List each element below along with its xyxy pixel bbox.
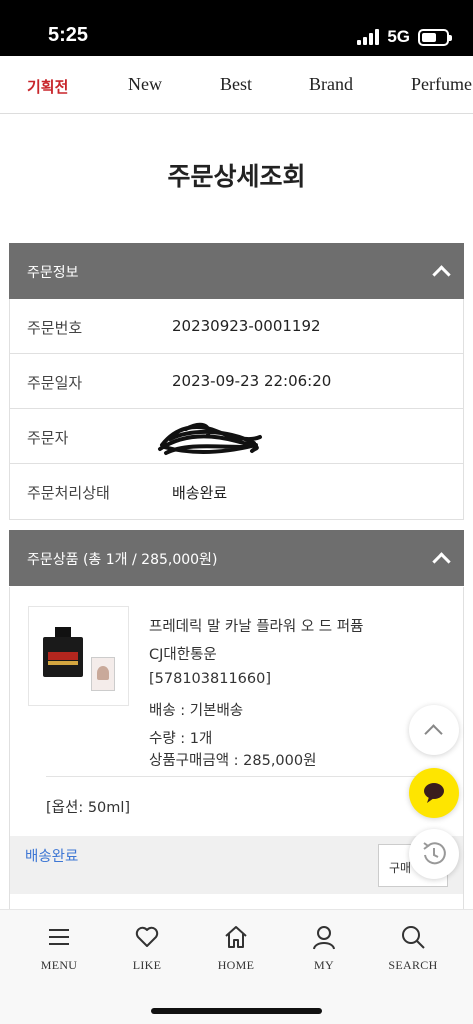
order-status-value: 배송완료 xyxy=(172,484,228,502)
chevron-up-icon[interactable] xyxy=(432,265,451,284)
status-indicators: 5G xyxy=(357,27,452,47)
signal-icon xyxy=(357,29,380,45)
home-indicator[interactable] xyxy=(151,1008,322,1014)
page-title: 주문상세조회 xyxy=(167,162,306,191)
home-icon xyxy=(225,926,247,948)
menu-icon xyxy=(49,929,69,945)
heart-icon xyxy=(135,926,159,947)
scroll-top-button[interactable] xyxy=(409,705,459,755)
user-icon xyxy=(313,926,335,950)
order-date-value: 2023-09-23 22:06:20 xyxy=(172,372,332,390)
sample-card-image xyxy=(91,657,115,691)
recent-items-button[interactable] xyxy=(409,829,459,879)
nav-tab-brand[interactable]: Brand xyxy=(309,74,353,95)
chevron-up-icon[interactable] xyxy=(432,552,451,571)
product-option: [옵션: 50ml] xyxy=(46,800,131,816)
bottom-nav: MENU LIKE HOME MY SEARCH xyxy=(0,909,473,1024)
bottom-nav-like-label: LIKE xyxy=(132,958,162,972)
nav-tab-new[interactable]: New xyxy=(128,74,162,95)
bottom-nav-like[interactable]: LIKE xyxy=(107,924,187,973)
order-info-title: 주문정보 xyxy=(27,265,79,281)
order-date-label: 주문일자 xyxy=(27,374,83,392)
bottom-nav-menu-label: MENU xyxy=(40,958,78,972)
bottom-nav-search-label: SEARCH xyxy=(388,958,438,972)
perfume-bottle-image xyxy=(43,627,83,677)
item-status-bar: 배송완료 구매 xyxy=(10,836,463,894)
nav-tab-best[interactable]: Best xyxy=(220,74,252,95)
order-number-row: 주문번호 20230923-0001192 xyxy=(10,299,463,354)
order-info-header[interactable]: 주문정보 xyxy=(9,243,464,299)
orderer-label: 주문자 xyxy=(27,429,69,447)
orderer-row: 주문자 xyxy=(10,409,463,464)
nav-tab-perfume[interactable]: Perfume xyxy=(411,74,472,95)
chat-button[interactable] xyxy=(409,768,459,818)
shipping-method: 배송 : 기본배송 xyxy=(149,703,244,719)
redaction-scribble xyxy=(158,422,262,455)
divider xyxy=(46,776,451,777)
order-number-value: 20230923-0001192 xyxy=(172,317,321,335)
order-status-label: 주문처리상태 xyxy=(27,484,110,502)
bottom-nav-my-label: MY xyxy=(314,958,334,972)
order-info-table: 주문번호 20230923-0001192 주문일자 2023-09-23 22… xyxy=(9,299,464,520)
order-number-label: 주문번호 xyxy=(27,319,83,337)
status-bar: 5:25 5G xyxy=(0,0,473,56)
shipping-carrier: CJ대한통운 xyxy=(149,647,217,663)
bottom-nav-my[interactable]: MY xyxy=(284,924,364,973)
bottom-nav-home[interactable]: HOME xyxy=(196,924,276,973)
product-thumbnail[interactable] xyxy=(28,606,129,706)
nav-tab-exhibition[interactable]: 기획전 xyxy=(27,76,68,97)
products-header[interactable]: 주문상품 (총 1개 / 285,000원) xyxy=(9,530,464,586)
chat-bubble-icon xyxy=(424,783,444,803)
product-name[interactable]: 프레데릭 말 카날 플라워 오 드 퍼퓸 xyxy=(149,615,363,636)
product-price: 상품구매금액 : 285,000원 xyxy=(149,753,317,769)
bottom-nav-search[interactable]: SEARCH xyxy=(373,924,453,973)
search-icon xyxy=(402,926,425,949)
bottom-nav-home-label: HOME xyxy=(217,958,255,972)
products-title: 주문상품 (총 1개 / 285,000원) xyxy=(27,552,218,568)
recent-clock-icon xyxy=(423,842,446,865)
status-time: 5:25 xyxy=(48,24,89,46)
order-date-row: 주문일자 2023-09-23 22:06:20 xyxy=(10,354,463,409)
network-type: 5G xyxy=(387,27,410,46)
delivery-status-link[interactable]: 배송완료 xyxy=(25,845,78,866)
chevron-up-icon xyxy=(424,724,443,743)
battery-icon xyxy=(418,28,452,46)
order-status-row: 주문처리상태 배송완료 xyxy=(10,464,463,519)
product-quantity: 수량 : 1개 xyxy=(149,731,213,747)
tracking-number[interactable]: [578103811660] xyxy=(149,671,271,687)
category-nav: 기획전 New Best Brand Perfume xyxy=(0,56,473,114)
product-item: 프레데릭 말 카날 플라워 오 드 퍼퓸 CJ대한통운 [57810381166… xyxy=(9,587,464,909)
bottom-nav-menu[interactable]: MENU xyxy=(19,924,99,973)
